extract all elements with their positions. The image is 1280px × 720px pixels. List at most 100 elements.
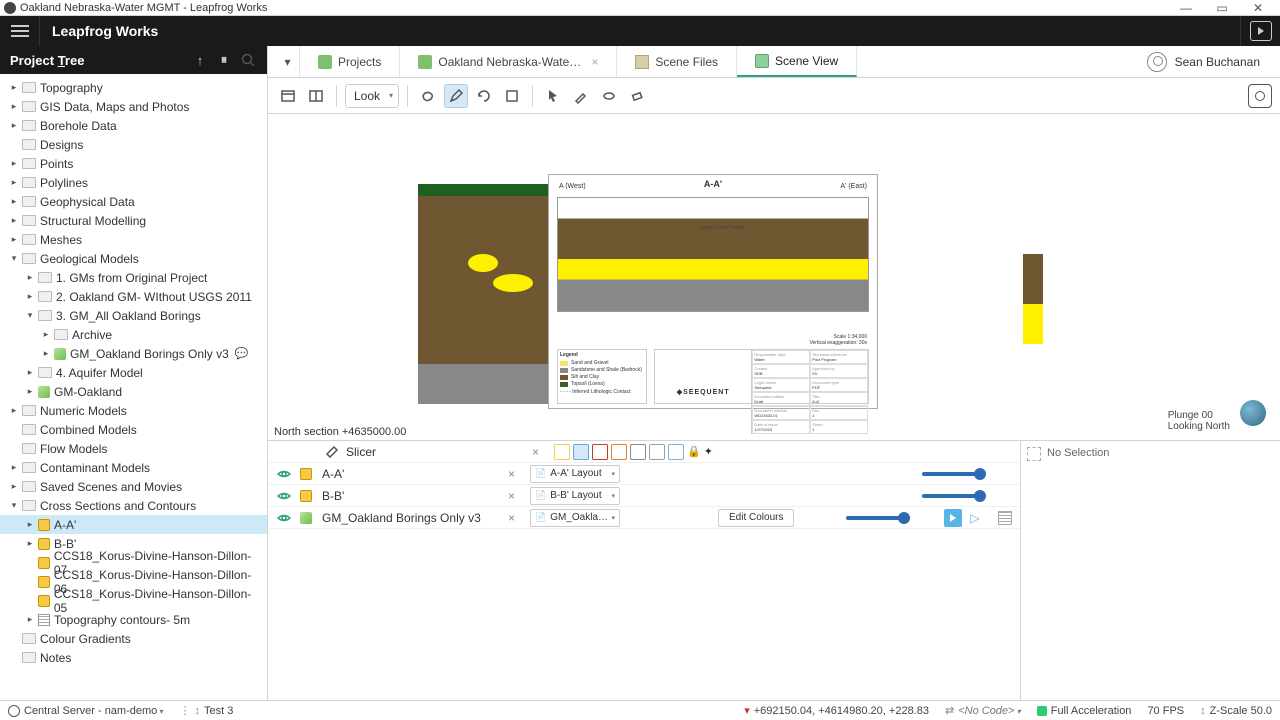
tree-item[interactable]: GM_Oakland Borings Only v3💬 <box>0 344 267 363</box>
tree-up-icon[interactable]: ↑ <box>191 51 209 69</box>
expander-icon[interactable] <box>8 196 20 208</box>
tab-document[interactable]: Oakland Nebraska-Wate… × <box>400 46 617 77</box>
expander-icon[interactable] <box>8 215 20 227</box>
tab-scene-files[interactable]: Scene Files <box>617 46 737 77</box>
tree-item[interactable]: Structural Modelling <box>0 211 267 230</box>
tool-rotate[interactable] <box>472 84 496 108</box>
viewmode-button[interactable] <box>668 444 684 460</box>
expander-icon[interactable] <box>8 177 20 189</box>
remove-icon[interactable]: × <box>532 445 546 459</box>
tree-item[interactable]: Flow Models <box>0 439 267 458</box>
tree-item[interactable]: Contaminant Models <box>0 458 267 477</box>
visibility-icon[interactable] <box>276 466 292 482</box>
visibility-icon[interactable] <box>276 510 292 526</box>
expander-icon[interactable] <box>8 462 20 474</box>
tool-window-1[interactable] <box>276 84 300 108</box>
object-row[interactable]: GM_Oakland Borings Only v3×📄GM_Oakla…Edi… <box>268 507 1020 529</box>
tool-erase[interactable] <box>625 84 649 108</box>
expander-icon[interactable] <box>24 291 36 303</box>
tree-item[interactable]: Numeric Models <box>0 401 267 420</box>
user-area[interactable]: Sean Buchanan <box>1127 46 1280 77</box>
visibility-icon[interactable] <box>276 488 292 504</box>
expander-icon[interactable] <box>8 234 20 246</box>
tree-item[interactable]: Notes <box>0 648 267 667</box>
orientation-widget[interactable] <box>1240 400 1266 426</box>
tree-item[interactable]: 3. GM_All Oakland Borings <box>0 306 267 325</box>
expander-icon[interactable] <box>40 329 52 341</box>
expander-icon[interactable] <box>24 367 36 379</box>
tree-pause-icon[interactable]: ⏸ <box>215 51 233 69</box>
viewmode-button[interactable] <box>630 444 646 460</box>
expander-icon[interactable] <box>24 538 36 550</box>
tree-item[interactable]: CCS18_Korus-Divine-Hanson-Dillon-05 <box>0 591 267 610</box>
expander-icon[interactable] <box>8 253 20 265</box>
wand-icon[interactable]: ✦ <box>704 445 713 458</box>
remove-icon[interactable]: × <box>508 511 522 525</box>
status-test[interactable]: ⋮ ↕ Test 3 <box>180 704 234 717</box>
tree-item[interactable]: Geophysical Data <box>0 192 267 211</box>
opacity-slider[interactable] <box>922 494 982 498</box>
tree-item[interactable]: Archive <box>0 325 267 344</box>
expander-icon[interactable] <box>8 82 20 94</box>
tree-item[interactable]: GM-Oakland <box>0 382 267 401</box>
expander-icon[interactable] <box>24 519 36 531</box>
expander-icon[interactable] <box>8 500 20 512</box>
expander-icon[interactable] <box>24 386 36 398</box>
tree-item[interactable]: A-A' <box>0 515 267 534</box>
layout-dropdown[interactable]: 📄GM_Oakla… <box>530 509 620 527</box>
remove-icon[interactable]: × <box>508 467 522 481</box>
look-dropdown[interactable]: Look <box>345 84 399 108</box>
tree-item[interactable]: Designs <box>0 135 267 154</box>
tree-item[interactable]: Combined Models <box>0 420 267 439</box>
tree-item[interactable]: Topography <box>0 78 267 97</box>
expander-icon[interactable] <box>8 158 20 170</box>
tool-cursor[interactable] <box>541 84 565 108</box>
tabs-dropdown[interactable]: ▾ <box>276 46 300 77</box>
tool-pen[interactable] <box>569 84 593 108</box>
maximize-button[interactable]: ▭ <box>1204 1 1240 15</box>
minimize-button[interactable]: — <box>1168 1 1204 15</box>
expander-icon[interactable] <box>8 481 20 493</box>
viewmode-button[interactable] <box>611 444 627 460</box>
tree-item[interactable]: 4. Aquifer Model <box>0 363 267 382</box>
expander-icon[interactable] <box>8 120 20 132</box>
close-button[interactable]: ✕ <box>1240 1 1276 15</box>
status-code[interactable]: ⇄ <No Code> <box>945 704 1021 717</box>
tab-scene-view[interactable]: Scene View <box>737 46 857 77</box>
screenshot-button[interactable] <box>1248 84 1272 108</box>
visibility-icon[interactable] <box>276 444 292 460</box>
opacity-slider[interactable] <box>922 472 982 476</box>
project-tree[interactable]: TopographyGIS Data, Maps and PhotosBoreh… <box>0 74 267 700</box>
tree-item[interactable]: Geological Models <box>0 249 267 268</box>
object-list[interactable]: Slicer×🔒✦A-A'×📄A-A' LayoutB-B'×📄B-B' Lay… <box>268 441 1020 700</box>
skip-button[interactable] <box>966 509 984 527</box>
tree-item[interactable]: Meshes <box>0 230 267 249</box>
layout-dropdown[interactable]: 📄B-B' Layout <box>530 487 620 505</box>
tree-item[interactable]: Saved Scenes and Movies <box>0 477 267 496</box>
menu-button[interactable] <box>0 16 40 46</box>
tool-lasso[interactable] <box>416 84 440 108</box>
viewmode-button[interactable] <box>554 444 570 460</box>
expander-icon[interactable] <box>24 614 36 626</box>
tree-item[interactable]: Borehole Data <box>0 116 267 135</box>
note-icon[interactable]: 💬 <box>235 347 249 360</box>
opacity-slider[interactable] <box>846 516 906 520</box>
tool-window-2[interactable] <box>304 84 328 108</box>
object-row[interactable]: B-B'×📄B-B' Layout <box>268 485 1020 507</box>
tree-item[interactable]: Cross Sections and Contours <box>0 496 267 515</box>
tree-item[interactable]: GIS Data, Maps and Photos <box>0 97 267 116</box>
play-button[interactable] <box>944 509 962 527</box>
object-row[interactable]: Slicer×🔒✦ <box>268 441 1020 463</box>
viewmode-button[interactable] <box>592 444 608 460</box>
tree-item[interactable]: 2. Oakland GM- WIthout USGS 2011 <box>0 287 267 306</box>
tree-item[interactable]: 1. GMs from Original Project <box>0 268 267 287</box>
expander-icon[interactable] <box>8 405 20 417</box>
tool-edit[interactable] <box>444 84 468 108</box>
expander-icon[interactable] <box>40 348 52 360</box>
viewmode-button[interactable] <box>649 444 665 460</box>
status-server[interactable]: Central Server - nam-demo <box>8 705 164 717</box>
lock-icon[interactable]: 🔒 <box>687 445 701 458</box>
remove-icon[interactable]: × <box>508 489 522 503</box>
object-row[interactable]: A-A'×📄A-A' Layout <box>268 463 1020 485</box>
tree-item[interactable]: Points <box>0 154 267 173</box>
